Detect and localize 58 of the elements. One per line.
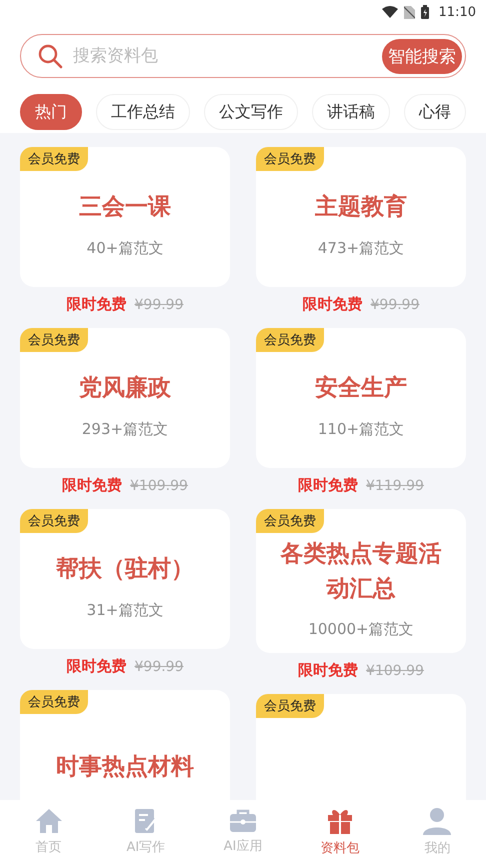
category-tab[interactable]: 讲话稿 [312, 94, 390, 130]
category-tab[interactable]: 热门 [20, 94, 82, 130]
original-price: ¥109.99 [366, 662, 424, 678]
member-free-tag: 会员免费 [256, 509, 324, 533]
person-icon [422, 807, 452, 835]
search-icon [37, 43, 63, 69]
article-count: 40+篇范文 [86, 238, 164, 258]
article-count: 293+篇范文 [82, 420, 168, 439]
original-price: ¥99.99 [370, 296, 420, 312]
original-price: ¥109.99 [130, 478, 188, 494]
package-card[interactable]: 会员免费 安全生产 110+篇范文 [256, 328, 466, 468]
article-count: 31+篇范文 [86, 600, 164, 620]
gift-icon [327, 807, 354, 835]
package-title: 三会一课 [79, 193, 171, 222]
package-title: 主题教育 [315, 192, 407, 222]
package-card[interactable]: 会员免费 各类热点专题活动汇总 10000+篇范文 [256, 509, 466, 653]
member-free-tag: 会员免费 [256, 328, 324, 352]
article-count: 473+篇范文 [318, 238, 404, 258]
article-count: 110+篇范文 [318, 420, 404, 439]
member-free-tag: 会员免费 [20, 147, 88, 171]
home-icon [34, 808, 63, 834]
member-free-tag: 会员免费 [20, 328, 88, 352]
package-card[interactable]: 会员免费 帮扶（驻村） 31+篇范文 [20, 509, 230, 649]
package-card[interactable]: 会员免费 [256, 694, 466, 800]
free-label: 限时免费 [298, 661, 358, 680]
search-field[interactable]: 搜索资料包 智能搜索 [20, 34, 466, 78]
free-label: 限时免费 [62, 476, 122, 495]
free-label: 限时免费 [298, 476, 358, 495]
package-card[interactable]: 会员免费 三会一课 40+篇范文 [20, 147, 230, 287]
package-title: 党风廉政 [79, 374, 171, 404]
no-sim-icon [404, 6, 415, 18]
category-tab[interactable]: 公文写作 [204, 94, 298, 130]
battery-icon [420, 5, 429, 19]
category-tab[interactable]: 心得 [404, 94, 466, 130]
original-price: ¥119.99 [366, 478, 424, 494]
package-title: 各类热点专题活动汇总 [279, 540, 442, 604]
package-card[interactable]: 会员免费 主题教育 473+篇范文 [256, 147, 466, 287]
package-card[interactable]: 会员免费 时事热点材料 [20, 690, 230, 800]
original-price: ¥99.99 [134, 658, 184, 674]
category-tab[interactable]: 工作总结 [96, 94, 190, 130]
member-free-tag: 会员免费 [256, 147, 324, 171]
package-title: 时事热点材料 [56, 752, 194, 782]
nav-item[interactable]: 资料包 [292, 800, 389, 864]
member-free-tag: 会员免费 [20, 690, 88, 714]
package-title: 安全生产 [315, 374, 407, 404]
member-free-tag: 会员免费 [256, 694, 324, 718]
briefcase-icon [229, 809, 257, 833]
wifi-icon [382, 6, 398, 18]
article-count: 10000+篇范文 [308, 620, 414, 639]
status-time: 11:10 [438, 4, 476, 20]
package-card[interactable]: 会员免费 党风廉政 293+篇范文 [20, 328, 230, 468]
free-label: 限时免费 [66, 295, 126, 314]
smart-search-button[interactable]: 智能搜索 [382, 38, 462, 74]
free-label: 限时免费 [66, 657, 126, 676]
free-label: 限时免费 [302, 295, 362, 314]
original-price: ¥99.99 [134, 296, 184, 312]
package-title: 帮扶（驻村） [56, 555, 194, 584]
member-free-tag: 会员免费 [20, 509, 88, 533]
